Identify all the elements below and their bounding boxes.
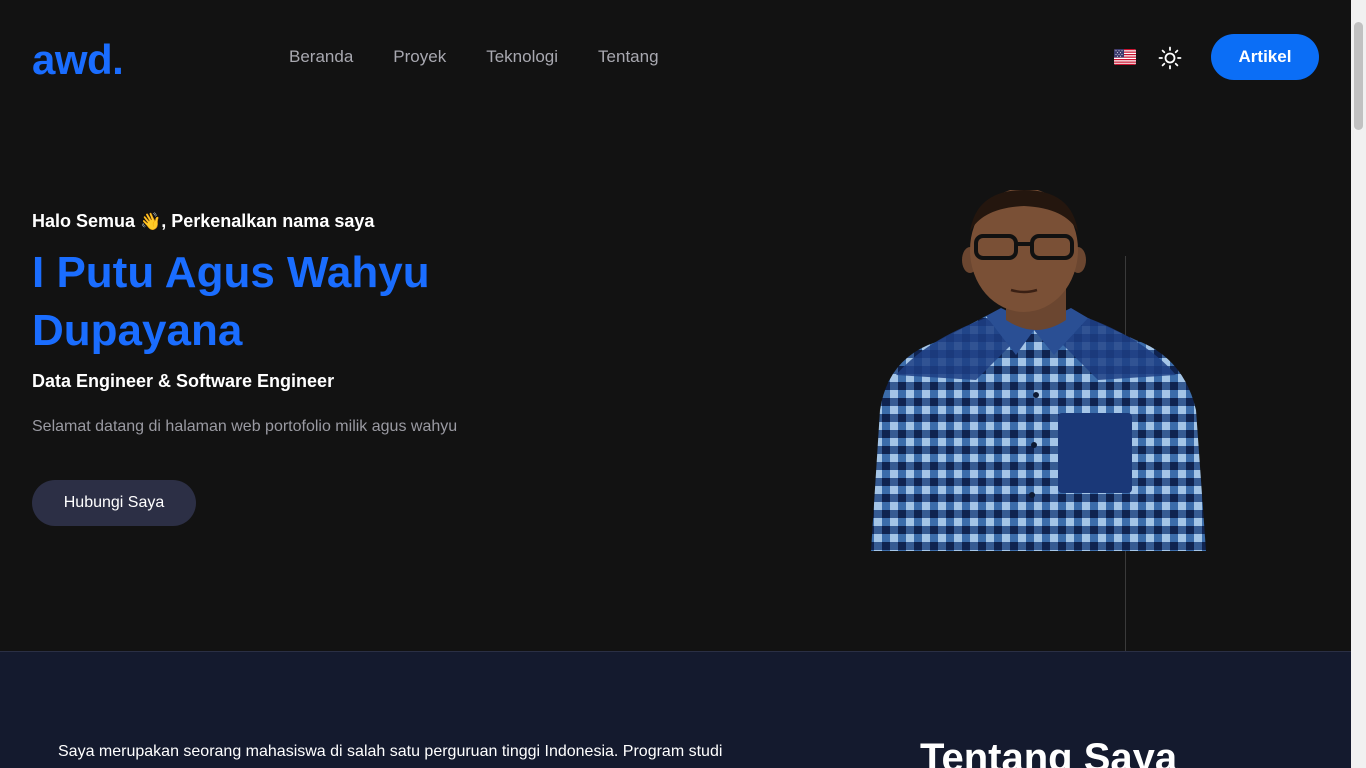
nav-item-tentang[interactable]: Tentang <box>598 47 659 67</box>
about-text: Saya merupakan seorang mahasiswa di sala… <box>58 743 723 760</box>
us-flag-icon[interactable] <box>1114 49 1136 65</box>
scrollbar-thumb[interactable] <box>1354 22 1363 130</box>
main-nav: Beranda Proyek Teknologi Tentang <box>289 47 659 67</box>
hero-greeting: Halo Semua 👋, Perkenalkan nama saya <box>32 211 374 232</box>
sun-icon[interactable] <box>1158 46 1182 70</box>
page: awd. Beranda Proyek Teknologi Tentang Ar… <box>0 0 1351 768</box>
hero-description: Selamat datang di halaman web portofolio… <box>32 418 458 435</box>
hero-role: Data Engineer & Software Engineer <box>32 371 335 391</box>
page-scrollbar[interactable] <box>1351 0 1366 768</box>
greeting-text: Halo Semua <box>32 211 136 231</box>
site-logo[interactable]: awd. <box>32 36 124 84</box>
nav-item-teknologi[interactable]: Teknologi <box>486 47 558 67</box>
nav-item-proyek[interactable]: Proyek <box>393 47 446 67</box>
contact-button[interactable]: Hubungi Saya <box>32 480 196 526</box>
about-title: Tentang Saya <box>920 736 1178 768</box>
about-section: Saya merupakan seorang mahasiswa di sala… <box>0 651 1351 768</box>
greeting-suffix: , Perkenalkan nama saya <box>161 211 375 231</box>
site-header: awd. Beranda Proyek Teknologi Tentang Ar… <box>0 0 1351 115</box>
waving-hand-icon: 👋 <box>140 212 162 231</box>
nav-item-beranda[interactable]: Beranda <box>289 47 353 67</box>
hero-name: I Putu Agus Wahyu Dupayana <box>32 248 430 355</box>
artikel-button[interactable]: Artikel <box>1211 34 1319 80</box>
profile-photo <box>866 188 1206 551</box>
